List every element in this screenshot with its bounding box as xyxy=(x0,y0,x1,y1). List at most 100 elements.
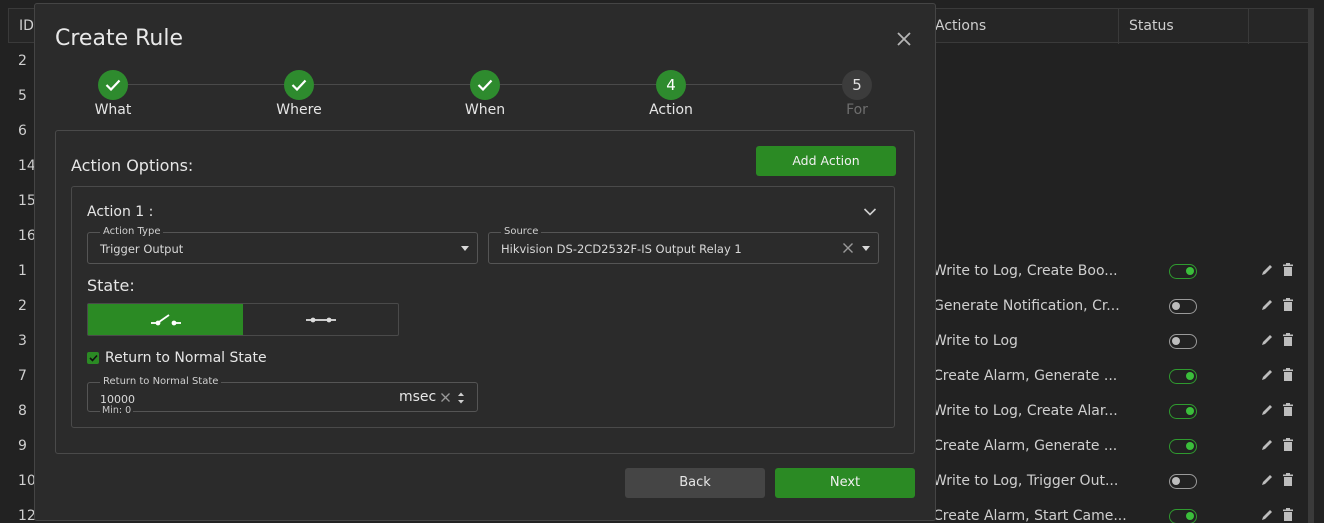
switch-open-icon xyxy=(150,313,181,325)
edit-icon[interactable] xyxy=(1260,472,1274,488)
row-id: 5 xyxy=(18,88,27,104)
source-value: Hikvision DS-2CD2532F-IS Output Relay 1 xyxy=(501,242,742,256)
column-header-actions[interactable]: Actions xyxy=(925,9,1119,44)
edit-icon[interactable] xyxy=(1260,297,1274,313)
chevron-down-icon[interactable] xyxy=(862,204,878,220)
state-label: State: xyxy=(87,276,135,295)
row-actions: Write to Log, Create Boo... xyxy=(933,263,1118,279)
row-id: 7 xyxy=(18,368,27,384)
toggle-knob xyxy=(1172,337,1180,345)
step-for[interactable]: 5 For xyxy=(797,70,917,118)
status-toggle[interactable] xyxy=(1169,264,1197,279)
delete-icon[interactable] xyxy=(1281,402,1295,418)
delete-icon[interactable] xyxy=(1281,437,1295,453)
delete-icon[interactable] xyxy=(1281,472,1295,488)
state-closed-button[interactable] xyxy=(243,304,398,335)
toggle-knob xyxy=(1186,512,1194,520)
status-toggle[interactable] xyxy=(1169,369,1197,384)
status-toggle[interactable] xyxy=(1169,299,1197,314)
step-label: What xyxy=(94,102,132,118)
return-normal-checkbox-row[interactable]: Return to Normal State xyxy=(87,350,267,366)
status-toggle[interactable] xyxy=(1169,404,1197,419)
row-id: 1 xyxy=(18,263,27,279)
return-normal-min-hint: Min: 0 xyxy=(100,405,134,416)
create-rule-dialog: Create Rule What Where When 4 Action 5 F… xyxy=(34,3,936,521)
action-type-label: Action Type xyxy=(100,226,164,237)
column-header-status[interactable]: Status xyxy=(1119,9,1249,44)
step-what[interactable]: What xyxy=(53,70,173,118)
return-normal-field-label: Return to Normal State xyxy=(100,376,222,387)
step-number: 4 xyxy=(656,70,686,100)
toggle-knob xyxy=(1186,442,1194,450)
delete-icon[interactable] xyxy=(1281,297,1295,313)
toggle-knob xyxy=(1186,407,1194,415)
state-open-button[interactable] xyxy=(88,304,243,335)
row-id: 2 xyxy=(18,298,27,314)
row-id: 9 xyxy=(18,438,27,454)
edit-icon[interactable] xyxy=(1260,332,1274,348)
status-toggle[interactable] xyxy=(1169,509,1197,523)
clear-icon[interactable] xyxy=(842,242,854,254)
return-normal-duration-input[interactable]: Return to Normal State 10000 Min: 0 msec xyxy=(87,376,478,416)
return-normal-checkbox-label: Return to Normal State xyxy=(105,350,267,366)
row-actions: Write to Log, Trigger Out... xyxy=(933,473,1119,489)
state-toggle-group xyxy=(87,303,399,336)
status-toggle[interactable] xyxy=(1169,334,1197,349)
toggle-knob xyxy=(1172,302,1180,310)
edit-icon[interactable] xyxy=(1260,437,1274,453)
close-icon[interactable] xyxy=(895,30,913,48)
row-actions: Write to Log, Create Alar... xyxy=(933,403,1118,419)
clear-icon[interactable] xyxy=(440,392,451,403)
add-action-button[interactable]: Add Action xyxy=(756,146,896,176)
vertical-scrollbar[interactable] xyxy=(1308,8,1314,523)
row-id: 3 xyxy=(18,333,27,349)
back-button[interactable]: Back xyxy=(625,468,765,498)
toggle-knob xyxy=(1186,267,1194,275)
action-type-select[interactable]: Action Type Trigger Output xyxy=(87,226,478,264)
delete-icon[interactable] xyxy=(1281,332,1295,348)
next-button[interactable]: Next xyxy=(775,468,915,498)
dropdown-arrow-icon[interactable] xyxy=(862,246,870,251)
step-label: Action xyxy=(649,102,693,118)
dropdown-arrow-icon[interactable] xyxy=(461,246,469,251)
edit-icon[interactable] xyxy=(1260,402,1274,418)
check-icon xyxy=(470,70,500,100)
row-actions: Create Alarm, Generate ... xyxy=(933,438,1118,454)
source-label: Source xyxy=(501,226,542,237)
spinner-icon[interactable] xyxy=(457,390,465,406)
step-label: Where xyxy=(276,102,322,118)
status-toggle[interactable] xyxy=(1169,439,1197,454)
switch-closed-icon xyxy=(305,317,336,322)
row-actions: Write to Log xyxy=(933,333,1018,349)
delete-icon[interactable] xyxy=(1281,262,1295,278)
row-actions: Generate Notification, Cr... xyxy=(933,298,1120,314)
action-type-value: Trigger Output xyxy=(100,242,184,256)
action-title: Action 1 : xyxy=(87,204,154,220)
toggle-knob xyxy=(1172,477,1180,485)
check-icon xyxy=(98,70,128,100)
step-label: When xyxy=(464,102,506,118)
source-select[interactable]: Source Hikvision DS-2CD2532F-IS Output R… xyxy=(488,226,879,264)
step-where[interactable]: Where xyxy=(239,70,359,118)
edit-icon[interactable] xyxy=(1260,507,1274,523)
step-label: For xyxy=(846,102,868,118)
row-actions: Create Alarm, Generate ... xyxy=(933,368,1118,384)
dialog-title: Create Rule xyxy=(55,26,183,51)
row-id: 6 xyxy=(18,123,27,139)
row-id: 2 xyxy=(18,53,27,69)
step-action[interactable]: 4 Action xyxy=(611,70,731,118)
step-when[interactable]: When xyxy=(425,70,545,118)
return-normal-checkbox[interactable] xyxy=(87,352,99,364)
toggle-knob xyxy=(1186,372,1194,380)
status-toggle[interactable] xyxy=(1169,474,1197,489)
delete-icon[interactable] xyxy=(1281,507,1295,523)
edit-icon[interactable] xyxy=(1260,262,1274,278)
step-number: 5 xyxy=(842,70,872,100)
action-options-title: Action Options: xyxy=(71,156,194,175)
return-normal-unit: msec xyxy=(399,389,437,405)
action-options-panel: Action Options: Add Action Action 1 : Ac… xyxy=(55,130,915,454)
row-actions: Create Alarm, Start Came... xyxy=(933,508,1127,523)
edit-icon[interactable] xyxy=(1260,367,1274,383)
check-icon xyxy=(284,70,314,100)
delete-icon[interactable] xyxy=(1281,367,1295,383)
